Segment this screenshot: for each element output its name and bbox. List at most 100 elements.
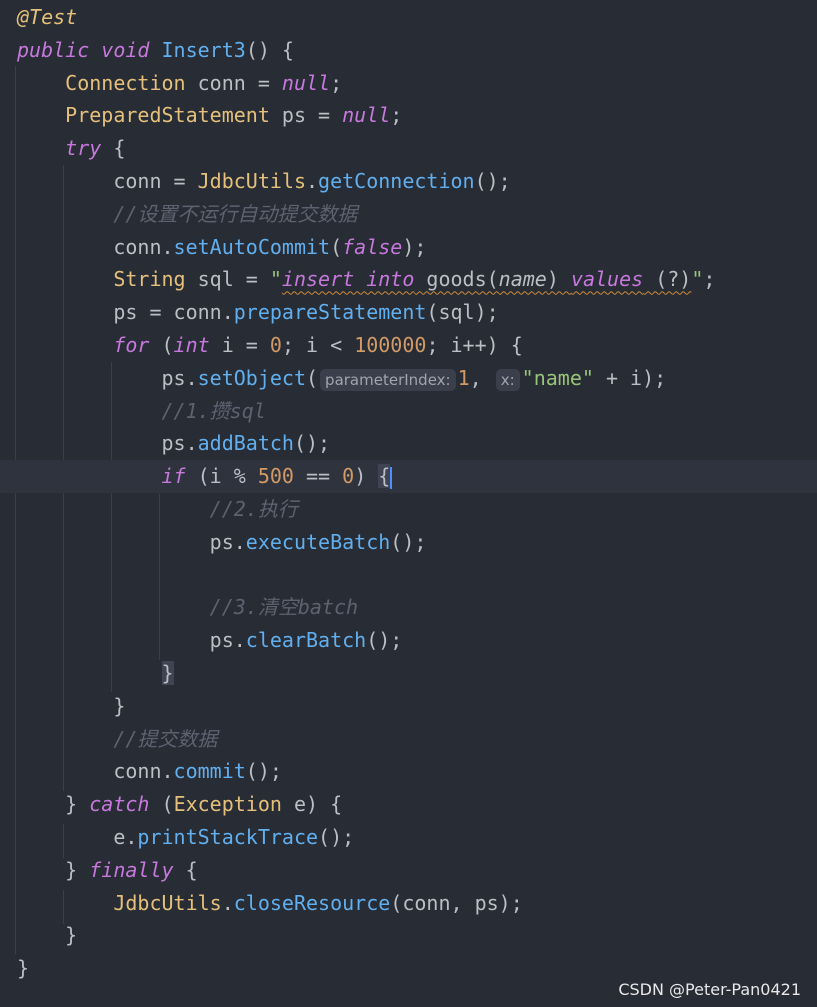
code-line[interactable]: PreparedStatement ps = null; bbox=[0, 99, 817, 132]
code-line[interactable]: ps.executeBatch(); bbox=[0, 526, 817, 559]
code-token: ; bbox=[703, 267, 716, 292]
code-token: String bbox=[113, 267, 186, 292]
code-line[interactable]: //3.清空batch bbox=[0, 591, 817, 624]
code-token: ( bbox=[149, 333, 174, 357]
code-token: e. bbox=[17, 825, 138, 849]
code-token: (conn, ps); bbox=[390, 890, 523, 915]
code-token: try bbox=[65, 136, 102, 161]
code-token: . bbox=[306, 169, 319, 193]
code-token: (); bbox=[474, 169, 511, 193]
code-token: " bbox=[691, 267, 704, 292]
code-line[interactable]: //2.执行 bbox=[0, 493, 817, 526]
code-token: JdbcUtils bbox=[197, 169, 306, 193]
code-token: sql = bbox=[185, 267, 270, 292]
code-token: null bbox=[281, 70, 331, 95]
code-token: catch bbox=[89, 792, 150, 817]
code-token: ps. bbox=[17, 628, 246, 653]
code-line[interactable]: conn.commit(); bbox=[0, 755, 817, 788]
code-token: setObject bbox=[197, 365, 306, 390]
code-token: (); bbox=[245, 759, 282, 784]
code-token: conn. bbox=[17, 759, 174, 784]
code-line[interactable]: } bbox=[0, 919, 817, 952]
code-token: false bbox=[342, 234, 403, 259]
code-token: } bbox=[17, 956, 30, 981]
code-token: 0 bbox=[269, 333, 282, 357]
code-token: } bbox=[17, 792, 90, 817]
code-token: Exception bbox=[173, 792, 282, 817]
code-line[interactable]: ps = conn.prepareStatement(sql); bbox=[0, 296, 817, 329]
code-line[interactable]: //设置不运行自动提交数据 bbox=[0, 198, 817, 231]
code-token: ps. bbox=[17, 431, 198, 456]
inlay-hint: x: bbox=[495, 368, 520, 391]
code-token: (sql); bbox=[426, 300, 499, 325]
code-line[interactable]: if (i % 500 == 0) { bbox=[0, 460, 817, 494]
code-token: } bbox=[17, 693, 126, 718]
code-line[interactable]: e.printStackTrace(); bbox=[0, 821, 817, 854]
code-token: setAutoCommit bbox=[173, 234, 331, 259]
code-line[interactable]: public void Insert3() { bbox=[0, 34, 817, 67]
code-token: ps. bbox=[17, 529, 246, 554]
code-token: 1 bbox=[457, 365, 470, 390]
code-line[interactable]: //1.攒sql bbox=[0, 395, 817, 428]
code-token: printStackTrace bbox=[137, 825, 319, 849]
code-token: "name" bbox=[521, 365, 594, 390]
code-token: } bbox=[17, 923, 78, 948]
code-line[interactable]: JdbcUtils.closeResource(conn, ps); bbox=[0, 887, 817, 920]
inlay-hint: parameterIndex: bbox=[320, 368, 456, 391]
code-token: { bbox=[378, 464, 391, 489]
code-line[interactable]: } bbox=[0, 657, 817, 690]
code-line[interactable]: @Test bbox=[0, 1, 817, 34]
code-token: . bbox=[221, 890, 234, 915]
code-token: ( bbox=[330, 234, 343, 259]
code-line[interactable]: } catch (Exception e) { bbox=[0, 788, 817, 821]
code-line[interactable]: //提交数据 bbox=[0, 723, 817, 756]
code-token: i = bbox=[209, 333, 270, 357]
code-token: JdbcUtils bbox=[113, 890, 222, 915]
code-token: , bbox=[469, 365, 494, 390]
code-token: + i); bbox=[593, 365, 667, 390]
code-line[interactable]: ps.setObject(parameterIndex: 1, x: "name" … bbox=[0, 362, 817, 395]
code-line[interactable]: ps.addBatch(); bbox=[0, 427, 817, 460]
code-token: ( bbox=[149, 792, 174, 817]
code-line[interactable] bbox=[0, 559, 817, 592]
code-token: @Test bbox=[17, 5, 78, 29]
code-line[interactable]: for (int i = 0; i < 100000; i++) { bbox=[0, 329, 817, 362]
code-token: == bbox=[293, 464, 343, 489]
code-token: conn = bbox=[17, 169, 198, 193]
code-token: ps. bbox=[17, 365, 198, 390]
code-token: PreparedStatement bbox=[65, 103, 270, 128]
code-line[interactable]: conn = JdbcUtils.getConnection(); bbox=[0, 165, 817, 198]
code-line[interactable]: ps.clearBatch(); bbox=[0, 624, 817, 657]
code-line[interactable]: conn.setAutoCommit(false); bbox=[0, 231, 817, 264]
code-token: public bbox=[17, 37, 90, 62]
code-line[interactable]: String sql = "insert into goods(name) va… bbox=[0, 263, 817, 296]
watermark: CSDN @Peter-Pan0421 bbox=[618, 980, 801, 999]
code-token: commit bbox=[173, 759, 246, 784]
code-token: goods( bbox=[414, 267, 499, 292]
code-token: (); bbox=[293, 431, 331, 456]
code-line[interactable]: } finally { bbox=[0, 854, 817, 887]
code-token: for bbox=[113, 333, 150, 357]
code-token: void bbox=[101, 37, 150, 62]
code-line[interactable]: } bbox=[0, 690, 817, 723]
code-line[interactable]: Connection conn = null; bbox=[0, 67, 817, 100]
code-token: e) { bbox=[281, 792, 343, 817]
code-token: conn = bbox=[185, 70, 282, 95]
code-token: insert into bbox=[281, 267, 415, 292]
code-token: ); bbox=[402, 234, 427, 259]
code-token: ps = bbox=[269, 103, 343, 128]
code-token: null bbox=[342, 103, 391, 128]
text-cursor bbox=[390, 466, 393, 489]
code-token: { bbox=[173, 857, 198, 882]
code-line[interactable]: try { bbox=[0, 132, 817, 165]
code-editor[interactable]: @Test public void Insert3() { Connection … bbox=[0, 0, 817, 1007]
